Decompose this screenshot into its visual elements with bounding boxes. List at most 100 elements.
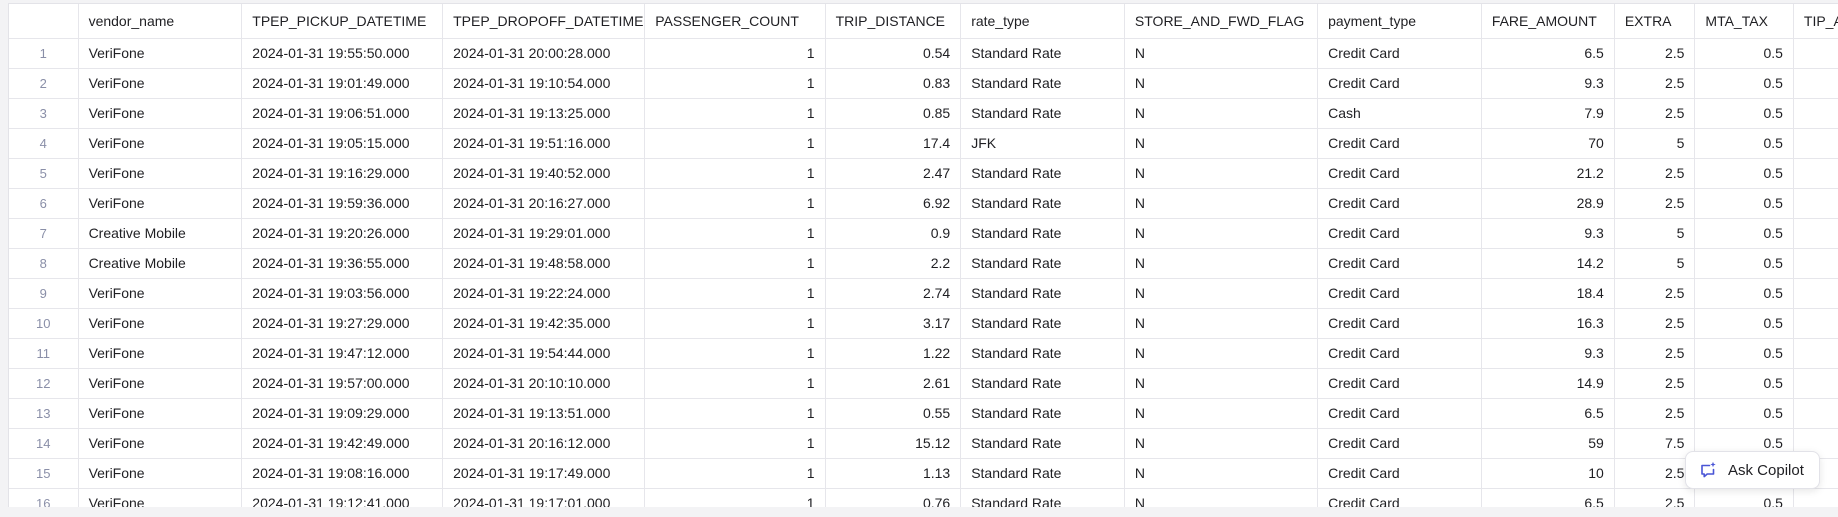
table-cell[interactable]: Standard Rate bbox=[960, 158, 1125, 189]
row-index[interactable]: 11 bbox=[9, 338, 79, 369]
table-cell[interactable]: N bbox=[1124, 158, 1319, 189]
table-cell[interactable]: 0.5 bbox=[1694, 488, 1794, 508]
table-cell[interactable]: 2024-01-31 19:13:51.000 bbox=[442, 398, 646, 429]
table-cell[interactable]: Credit Card bbox=[1317, 158, 1482, 189]
table-cell[interactable]: 0.54 bbox=[825, 38, 962, 69]
table-cell[interactable]: Credit Card bbox=[1317, 398, 1482, 429]
table-row[interactable]: 4 VeriFone 2024-01-31 19:05:15.000 2024-01-… bbox=[9, 128, 1838, 159]
table-cell[interactable]: 2.5 bbox=[1614, 488, 1696, 508]
column-header[interactable]: rate_type bbox=[960, 4, 1125, 39]
table-cell[interactable]: 1.13 bbox=[825, 458, 962, 489]
table-cell[interactable]: 2024-01-31 19:09:29.000 bbox=[241, 398, 444, 429]
table-cell[interactable]: 0.5 bbox=[1694, 218, 1794, 249]
column-header[interactable]: TPEP_DROPOFF_DATETIME bbox=[442, 4, 646, 39]
table-cell[interactable]: 7.9 bbox=[1481, 98, 1615, 129]
table-cell[interactable]: 1 bbox=[644, 98, 826, 129]
row-index[interactable]: 2 bbox=[9, 68, 79, 99]
table-cell[interactable]: 1 bbox=[644, 158, 826, 189]
table-cell[interactable]: 1 bbox=[644, 38, 826, 69]
table-cell[interactable]: 2024-01-31 20:00:28.000 bbox=[442, 38, 646, 69]
row-index[interactable]: 1 bbox=[9, 38, 79, 69]
table-row[interactable]: 16 VeriFone 2024-01-31 19:12:41.000 2024-01… bbox=[9, 488, 1838, 508]
table-cell[interactable]: 2.74 bbox=[825, 278, 962, 309]
table-row[interactable]: 12 VeriFone 2024-01-31 19:57:00.000 2024-01… bbox=[9, 368, 1838, 399]
table-cell[interactable]: 4.98 bbox=[1793, 278, 1838, 309]
table-cell[interactable]: N bbox=[1124, 188, 1319, 219]
table-cell[interactable]: 2.6 bbox=[1793, 488, 1838, 508]
table-cell[interactable]: Standard Rate bbox=[960, 308, 1125, 339]
table-cell[interactable]: 0.5 bbox=[1694, 398, 1794, 429]
table-cell[interactable]: VeriFone bbox=[78, 68, 243, 99]
table-row[interactable]: 15 VeriFone 2024-01-31 19:08:16.000 2024-01… bbox=[9, 458, 1838, 489]
table-cell[interactable]: 2024-01-31 19:08:16.000 bbox=[241, 458, 444, 489]
column-header[interactable]: FARE_AMOUNT bbox=[1481, 4, 1615, 39]
table-cell[interactable]: N bbox=[1124, 458, 1319, 489]
table-cell[interactable]: Cash bbox=[1317, 98, 1482, 129]
table-cell[interactable]: VeriFone bbox=[78, 458, 243, 489]
table-cell[interactable]: 59 bbox=[1481, 428, 1615, 459]
table-cell[interactable]: 0 bbox=[1793, 98, 1838, 129]
table-cell[interactable]: VeriFone bbox=[78, 368, 243, 399]
row-index[interactable]: 9 bbox=[9, 278, 79, 309]
table-cell[interactable]: N bbox=[1124, 428, 1319, 459]
table-cell[interactable]: 3.33 bbox=[1793, 338, 1838, 369]
table-cell[interactable]: 7.08 bbox=[1793, 188, 1838, 219]
table-row[interactable]: 11 VeriFone 2024-01-31 19:47:12.000 2024-01… bbox=[9, 338, 1838, 369]
row-index[interactable]: 5 bbox=[9, 158, 79, 189]
table-cell[interactable]: 2024-01-31 19:55:50.000 bbox=[241, 38, 444, 69]
table-cell[interactable]: VeriFone bbox=[78, 308, 243, 339]
table-cell[interactable]: 2024-01-31 19:16:29.000 bbox=[241, 158, 444, 189]
table-cell[interactable]: Standard Rate bbox=[960, 68, 1125, 99]
table-cell[interactable]: N bbox=[1124, 98, 1319, 129]
table-cell[interactable]: 2.5 bbox=[1614, 38, 1696, 69]
table-row[interactable]: 14 VeriFone 2024-01-31 19:42:49.000 2024-01… bbox=[9, 428, 1838, 459]
table-cell[interactable]: 0.5 bbox=[1694, 98, 1794, 129]
table-row[interactable]: 5 VeriFone 2024-01-31 19:16:29.000 2024-01-… bbox=[9, 158, 1838, 189]
table-cell[interactable]: 14.9 bbox=[1481, 368, 1615, 399]
table-row[interactable]: 1 VeriFone 2024-01-31 19:55:50.000 2024-01-… bbox=[9, 38, 1838, 69]
table-cell[interactable]: 2024-01-31 19:54:44.000 bbox=[442, 338, 646, 369]
column-header[interactable]: TPEP_PICKUP_DATETIME bbox=[241, 4, 444, 39]
table-cell[interactable]: 9.3 bbox=[1481, 338, 1615, 369]
table-cell[interactable]: 2024-01-31 20:16:12.000 bbox=[442, 428, 646, 459]
table-cell[interactable]: 21.48 bbox=[1793, 128, 1838, 159]
table-cell[interactable]: N bbox=[1124, 308, 1319, 339]
row-index[interactable]: 12 bbox=[9, 368, 79, 399]
table-cell[interactable]: 2024-01-31 19:17:01.000 bbox=[442, 488, 646, 508]
row-index[interactable]: 10 bbox=[9, 308, 79, 339]
table-cell[interactable]: Standard Rate bbox=[960, 98, 1125, 129]
table-cell[interactable]: VeriFone bbox=[78, 488, 243, 508]
table-cell[interactable]: 1 bbox=[644, 458, 826, 489]
table-cell[interactable]: 0.5 bbox=[1694, 68, 1794, 99]
table-cell[interactable]: N bbox=[1124, 248, 1319, 279]
column-header[interactable]: EXTRA bbox=[1614, 4, 1696, 39]
table-cell[interactable]: 2024-01-31 19:59:36.000 bbox=[241, 188, 444, 219]
table-cell[interactable]: 2024-01-31 19:10:54.000 bbox=[442, 68, 646, 99]
table-cell[interactable]: 0.5 bbox=[1694, 188, 1794, 219]
table-cell[interactable]: 17.4 bbox=[825, 128, 962, 159]
table-cell[interactable]: Standard Rate bbox=[960, 248, 1125, 279]
table-cell[interactable]: Creative Mobile bbox=[78, 248, 243, 279]
row-index[interactable]: 7 bbox=[9, 218, 79, 249]
table-cell[interactable]: N bbox=[1124, 38, 1319, 69]
table-cell[interactable]: 1 bbox=[644, 338, 826, 369]
ask-copilot-button[interactable]: Ask Copilot bbox=[1685, 451, 1820, 489]
results-grid[interactable]: vendor_name TPEP_PICKUP_DATETIME TPEP_DROP… bbox=[8, 3, 1838, 508]
table-cell[interactable]: Standard Rate bbox=[960, 458, 1125, 489]
table-cell[interactable]: 9.3 bbox=[1481, 68, 1615, 99]
table-cell[interactable]: Standard Rate bbox=[960, 338, 1125, 369]
table-cell[interactable]: 0.5 bbox=[1694, 338, 1794, 369]
table-cell[interactable]: 2024-01-31 19:42:35.000 bbox=[442, 308, 646, 339]
table-cell[interactable]: VeriFone bbox=[78, 338, 243, 369]
table-row[interactable]: 10 VeriFone 2024-01-31 19:27:29.000 2024-01… bbox=[9, 308, 1838, 339]
row-index[interactable]: 4 bbox=[9, 128, 79, 159]
table-cell[interactable]: 7.5 bbox=[1614, 428, 1696, 459]
table-cell[interactable]: 1.22 bbox=[825, 338, 962, 369]
table-cell[interactable]: 2024-01-31 19:13:25.000 bbox=[442, 98, 646, 129]
table-cell[interactable]: 2024-01-31 20:16:27.000 bbox=[442, 188, 646, 219]
table-cell[interactable]: Credit Card bbox=[1317, 188, 1482, 219]
table-cell[interactable]: Credit Card bbox=[1317, 248, 1482, 279]
table-cell[interactable]: 10 bbox=[1481, 458, 1615, 489]
table-cell[interactable]: 6.92 bbox=[825, 188, 962, 219]
table-cell[interactable]: N bbox=[1124, 488, 1319, 508]
